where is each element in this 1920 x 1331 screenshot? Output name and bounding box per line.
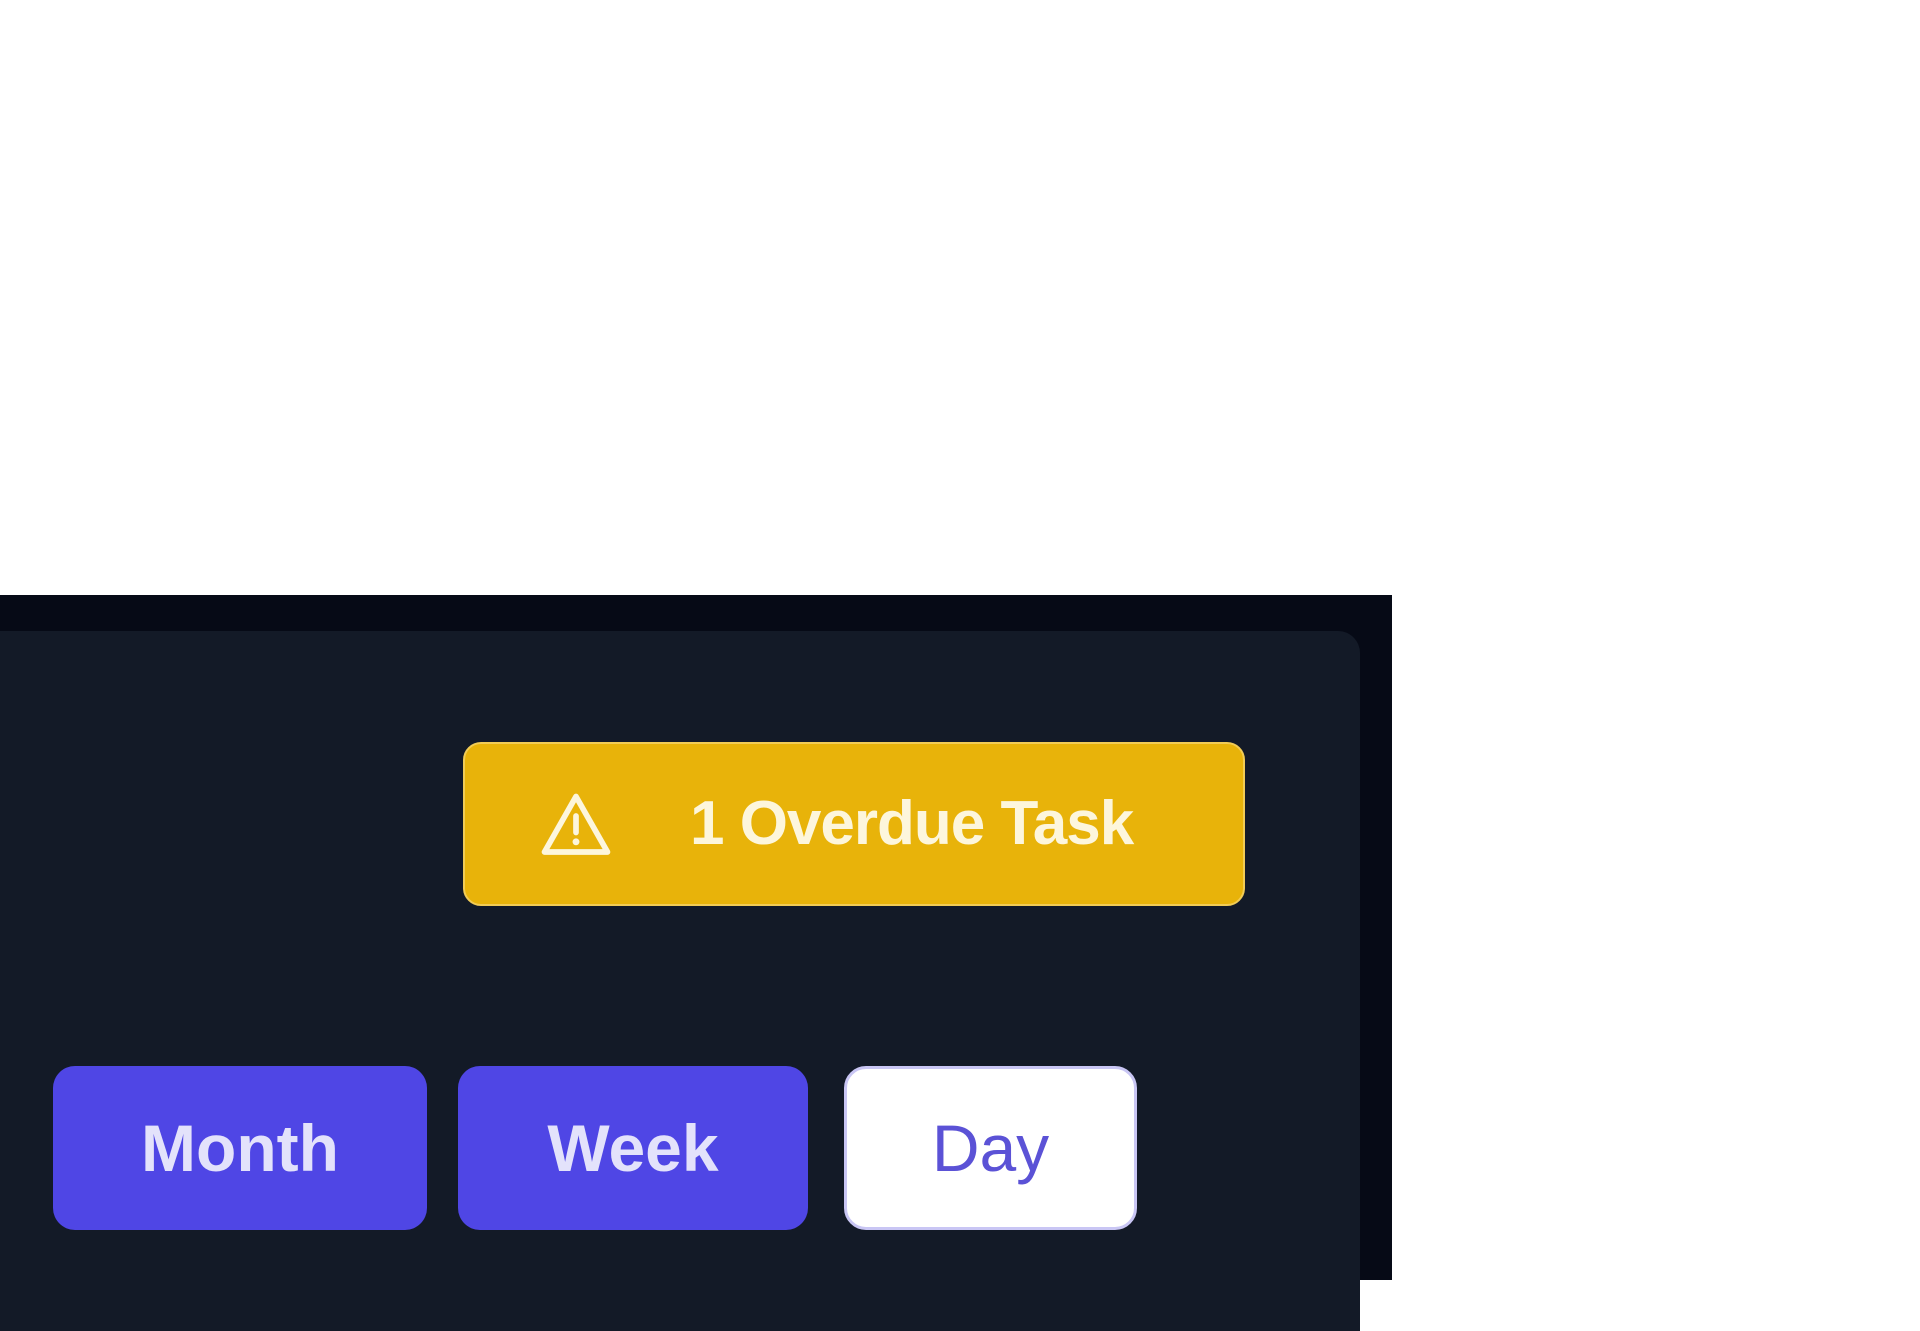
month-view-button[interactable]: Month: [53, 1066, 427, 1230]
overdue-task-label: 1 Overdue Task: [690, 789, 1134, 858]
app-frame: 1 Overdue Task Month Week Day: [0, 595, 1392, 1331]
overdue-task-badge[interactable]: 1 Overdue Task: [463, 742, 1245, 906]
calendar-header-panel: 1 Overdue Task Month Week Day: [0, 631, 1360, 1331]
warning-triangle-icon: [541, 793, 611, 855]
week-view-button[interactable]: Week: [458, 1066, 808, 1230]
day-view-button[interactable]: Day: [844, 1066, 1137, 1230]
